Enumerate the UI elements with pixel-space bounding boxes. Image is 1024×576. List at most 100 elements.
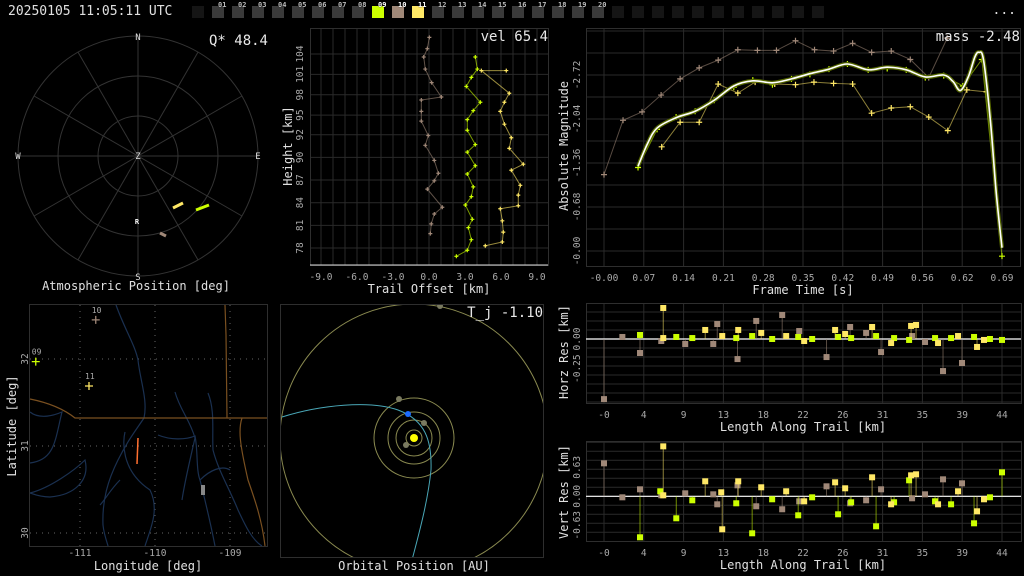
residual-point: [913, 471, 920, 478]
map-stations: 09 10 11: [31, 306, 102, 390]
station-marker-09: 09: [31, 348, 42, 366]
residual-point: [823, 354, 830, 361]
residual-point: [999, 469, 1005, 476]
residual-point: [637, 350, 644, 357]
map-gridlines: [30, 305, 267, 546]
vertical-residual-chart: -0 4 9 13 18 22 26 31 35 39 440.630.00-0.63Length …: [557, 441, 1022, 572]
atmospheric-position-panel: N S E W Z R Q* 48.4 Atmospheric Position…: [15, 33, 268, 293]
track-station-09: [195, 203, 210, 212]
residual-point: [673, 333, 680, 340]
residual-point: [601, 460, 607, 467]
data-point: [601, 171, 607, 178]
x-tick-label: 9: [681, 410, 687, 421]
residual-point: [801, 498, 808, 505]
map-frame: [29, 304, 268, 547]
compass-e: E: [255, 152, 260, 162]
sun-marker: [410, 434, 418, 442]
residual-point: [873, 523, 880, 530]
data-point: [516, 193, 521, 198]
residual-point: [869, 474, 876, 481]
data-point: [792, 37, 799, 44]
data-point: [504, 68, 509, 73]
compass-n: N: [135, 33, 140, 43]
residual-point: [955, 333, 962, 340]
station-label: 09: [32, 348, 42, 357]
residual-point: [733, 500, 740, 507]
station-label: 10: [92, 306, 102, 315]
data-point: [696, 119, 703, 126]
residual-point: [959, 359, 966, 366]
data-point: [830, 80, 837, 87]
ground-map-panel: 09 10 11 -111 -110 -109 32 31 30 Longitude…: [5, 304, 268, 573]
data-point: [483, 243, 488, 248]
y-axis-title: Height [km]: [281, 106, 295, 185]
residual-point: [718, 489, 725, 496]
data-point: [469, 237, 474, 242]
x-tick-label: 0.21: [712, 273, 735, 284]
y-tick-label: 0.00: [572, 327, 583, 350]
residual-point: [948, 501, 955, 508]
planet-marker: [396, 396, 402, 402]
map-xtick: -110: [144, 548, 167, 559]
x-tick-label: 35: [917, 410, 928, 421]
data-point: [620, 117, 627, 124]
y-tick-label: -0.63: [572, 511, 583, 540]
residual-point: [714, 321, 721, 328]
residual-point: [848, 499, 855, 506]
y-tick-label: 104: [295, 45, 306, 62]
residual-point: [847, 324, 854, 331]
residual-point: [619, 333, 626, 340]
x-axis-title: Frame Time [s]: [752, 283, 853, 297]
residual-point: [888, 340, 895, 347]
residual-point: [714, 501, 721, 508]
residual-point: [719, 526, 726, 533]
data-point: [734, 90, 741, 97]
data-point: [999, 253, 1005, 260]
residual-point: [710, 340, 717, 347]
residual-point: [753, 503, 760, 510]
data-point: [470, 217, 475, 222]
residual-point: [735, 326, 742, 333]
residual-point: [637, 486, 644, 493]
data-point: [888, 105, 895, 111]
data-point: [423, 67, 428, 72]
station-marker-10: 10: [91, 306, 102, 324]
meteoroid-orbit: [281, 404, 432, 558]
data-point: [849, 81, 856, 88]
residual-point: [980, 336, 987, 343]
x-tick-label: 6.0: [492, 272, 509, 283]
residual-point: [999, 336, 1005, 343]
x-axis-title: Length Along Trail [km]: [720, 558, 886, 572]
residual-point: [801, 338, 808, 345]
residual-point: [842, 331, 849, 338]
data-point: [907, 103, 914, 110]
map-xtick: -111: [69, 548, 92, 559]
data-point: [466, 225, 471, 230]
residual-point: [913, 321, 920, 328]
y-tick-label: -0.00: [572, 236, 583, 265]
x-tick-label: 4: [641, 410, 647, 421]
data-point: [426, 133, 431, 138]
station-label: 11: [85, 372, 95, 381]
y-axis-title: Absolute Magnitude: [557, 81, 571, 211]
y-tick-label: 98: [295, 89, 306, 101]
x-tick-label: 44: [996, 548, 1008, 559]
residual-point: [823, 483, 830, 490]
data-point: [811, 46, 818, 53]
planet-marker: [403, 442, 409, 448]
y-tick-label: -2.04: [572, 104, 583, 133]
y-tick-label: 90: [295, 151, 306, 163]
residual-point: [878, 349, 885, 356]
x-axis-title: Trail Offset [km]: [368, 282, 491, 296]
residual-point: [769, 496, 776, 503]
x-tick-label: -0: [598, 410, 610, 421]
x-tick-label: 0.49: [871, 273, 894, 284]
data-point: [810, 79, 817, 86]
residual-point: [749, 530, 756, 537]
magnitude-lightcurve-chart: -0.00 0.07 0.14 0.21 0.28 0.35 0.42 0.49 0.56 0.6…: [557, 28, 1021, 297]
plot-frame: [586, 303, 1022, 404]
data-point: [696, 64, 703, 71]
residual-point: [783, 333, 790, 340]
radiant-marker: R: [135, 218, 140, 226]
data-point: [419, 119, 424, 124]
